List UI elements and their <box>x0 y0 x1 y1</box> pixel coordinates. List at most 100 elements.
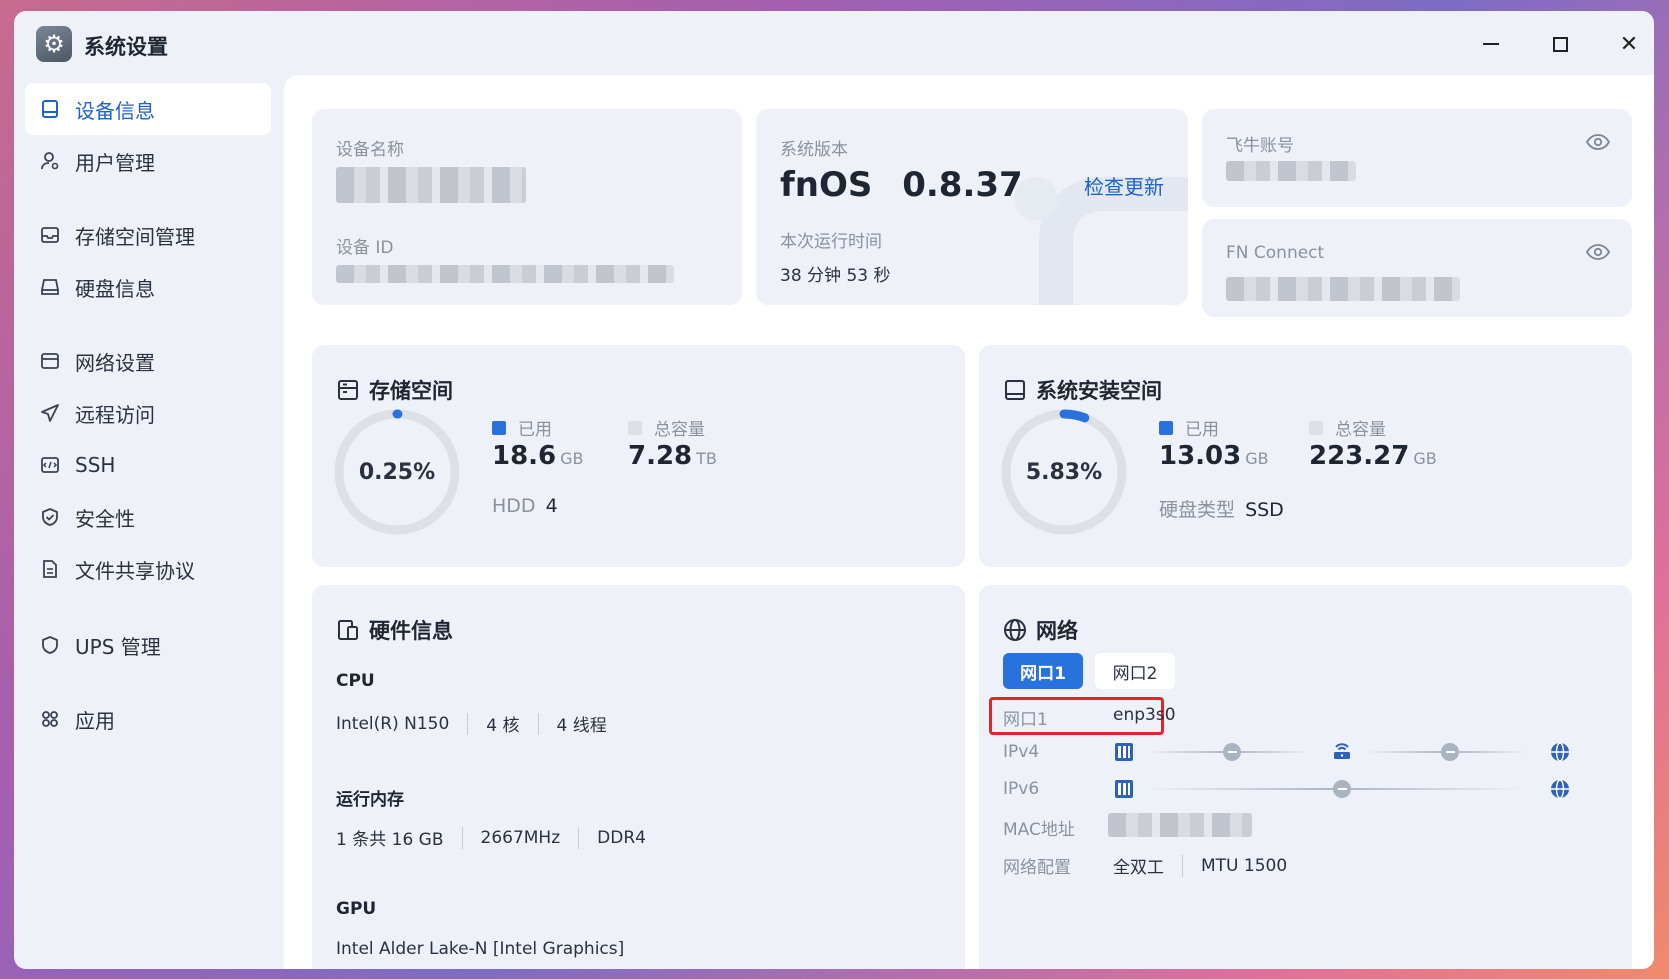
used-swatch <box>492 420 506 435</box>
install-disk-type: 硬盘类型 SSD <box>1159 495 1284 522</box>
hardware-devices-icon <box>338 620 358 640</box>
uptime-value: 38 分钟 53 秒 <box>780 266 891 286</box>
hardware-title-text: 硬件信息 <box>369 619 453 643</box>
sidebar-item-label: UPS 管理 <box>75 634 161 659</box>
router-icon <box>1331 739 1353 761</box>
apps-icon <box>39 708 61 730</box>
storage-percent: 0.25% <box>358 459 436 485</box>
sidebar-item-remote-access[interactable]: 远程访问 <box>25 387 271 439</box>
install-usage-ring: 5.83% <box>999 407 1129 537</box>
install-total-value: 223.27 GB <box>1309 441 1437 471</box>
close-button[interactable]: ✕ <box>1614 29 1644 59</box>
network-config-values: 全双工 MTU 1500 <box>1113 853 1287 878</box>
sidebar-item-label: 硬盘信息 <box>75 276 155 301</box>
storage-disk-count: HDD 4 <box>492 495 558 517</box>
tab-port-1[interactable]: 网口1 <box>1003 653 1083 689</box>
network-icon <box>39 350 61 372</box>
total-label: 总容量 <box>654 420 705 440</box>
total-unit: GB <box>1413 449 1437 468</box>
gpu-details: Intel Alder Lake-N [Intel Graphics] <box>336 939 624 959</box>
sidebar: 设备信息 用户管理 存储空间管理 硬盘信息 网络设置 远程访问 SSH 安全性 <box>14 75 284 969</box>
sidebar-item-device-info[interactable]: 设备信息 <box>25 83 271 135</box>
storage-used-value: 18.6 GB <box>492 441 584 471</box>
system-install-card: 系统安装空间 5.83% 已用 13.03 GB 总容量 223.27 GB 硬… <box>979 345 1632 567</box>
storage-total-value: 7.28 TB <box>628 441 717 471</box>
sidebar-item-storage[interactable]: 存储空间管理 <box>25 209 271 261</box>
sidebar-item-label: 安全性 <box>75 506 135 531</box>
device-card: 设备名称 设备 ID <box>312 109 742 305</box>
network-adapter-icon <box>1113 741 1135 763</box>
install-used-value: 13.03 GB <box>1159 441 1269 471</box>
file-share-icon <box>39 558 61 580</box>
memory-frequency: 2667MHz <box>480 827 561 848</box>
hardware-card: 硬件信息 CPU Intel(R) N150 4 核 4 线程 运行内存 1 条… <box>312 585 965 969</box>
eye-icon <box>1585 244 1611 260</box>
main-content: 设备名称 设备 ID 系统版本 fnOS 0.8.37 检查更新 本次运行时间 … <box>284 75 1654 969</box>
fn-connect-label: FN Connect <box>1226 243 1325 263</box>
check-update-link[interactable]: 检查更新 <box>1084 171 1164 200</box>
user-icon <box>39 150 61 172</box>
send-icon <box>39 402 61 424</box>
network-config-label: 网络配置 <box>1003 858 1071 878</box>
shield-check-icon <box>39 506 61 528</box>
maximize-button[interactable] <box>1545 29 1575 59</box>
hardware-title: 硬件信息 <box>336 615 453 645</box>
ssh-icon <box>39 454 61 476</box>
device-name-redacted <box>336 167 526 203</box>
device-id-label: 设备 ID <box>336 238 394 258</box>
minimize-button[interactable] <box>1476 29 1506 59</box>
disconnected-icon <box>1439 741 1461 763</box>
tab-port-2[interactable]: 网口2 <box>1095 653 1175 689</box>
sidebar-item-security[interactable]: 安全性 <box>25 491 271 543</box>
disconnected-icon <box>1331 778 1353 800</box>
used-swatch <box>1159 420 1173 435</box>
account-card: 飞牛账号 <box>1202 109 1632 207</box>
total-number: 223.27 <box>1309 441 1410 471</box>
used-unit: GB <box>560 449 584 468</box>
mtu-value: MTU 1500 <box>1201 855 1288 876</box>
disconnected-icon <box>1221 741 1243 763</box>
internet-globe-icon <box>1549 741 1571 763</box>
sidebar-item-network[interactable]: 网络设置 <box>25 335 271 387</box>
install-used-legend: 已用 <box>1159 415 1219 440</box>
sidebar-item-label: 存储空间管理 <box>75 224 195 249</box>
sidebar-item-ssh[interactable]: SSH <box>25 439 271 491</box>
cpu-label: CPU <box>336 671 375 691</box>
memory-details: 1 条共 16 GB 2667MHz DDR4 <box>336 825 646 850</box>
sidebar-item-disk[interactable]: 硬盘信息 <box>25 261 271 313</box>
network-title-text: 网络 <box>1036 619 1078 643</box>
cpu-threads: 4 线程 <box>556 716 607 736</box>
settings-gear-icon: ⚙ <box>36 26 72 62</box>
network-title: 网络 <box>1003 615 1078 645</box>
settings-window: ⚙ 系统设置 ✕ 设备信息 用户管理 存储空间管理 硬盘信息 网络设置 远程访问… <box>14 11 1654 969</box>
install-title-text: 系统安装空间 <box>1036 379 1162 403</box>
show-account-button[interactable] <box>1585 133 1611 155</box>
total-swatch <box>628 420 642 435</box>
fn-connect-redacted <box>1226 277 1460 301</box>
sidebar-item-users[interactable]: 用户管理 <box>25 135 271 187</box>
ipv6-label: IPv6 <box>1003 779 1040 799</box>
uptime-label: 本次运行时间 <box>780 232 882 252</box>
sidebar-item-ups[interactable]: UPS 管理 <box>25 619 271 671</box>
disk-type-label: HDD <box>492 495 536 517</box>
used-number: 13.03 <box>1159 441 1242 471</box>
separator <box>467 712 469 735</box>
separator <box>461 826 463 849</box>
storage-total-legend: 总容量 <box>628 415 705 440</box>
sidebar-item-label: SSH <box>75 453 116 477</box>
sidebar-item-file-sharing[interactable]: 文件共享协议 <box>25 543 271 595</box>
total-unit: TB <box>696 449 717 468</box>
sidebar-item-label: 设备信息 <box>75 98 155 123</box>
maximize-icon <box>1552 36 1568 52</box>
total-swatch <box>1309 420 1323 435</box>
system-version-label: 系统版本 <box>780 140 848 160</box>
storage-icon <box>39 224 61 246</box>
storage-card: 存储空间 0.25% 已用 18.6 GB 总容量 7.28 TB HDD 4 <box>312 345 965 567</box>
ipv4-label: IPv4 <box>1003 742 1040 762</box>
internet-globe-icon <box>1549 778 1571 800</box>
sidebar-item-apps[interactable]: 应用 <box>25 693 271 745</box>
mac-label: MAC地址 <box>1003 820 1075 840</box>
separator <box>578 826 580 849</box>
storage-title-text: 存储空间 <box>369 379 453 403</box>
show-fn-connect-button[interactable] <box>1585 243 1611 265</box>
